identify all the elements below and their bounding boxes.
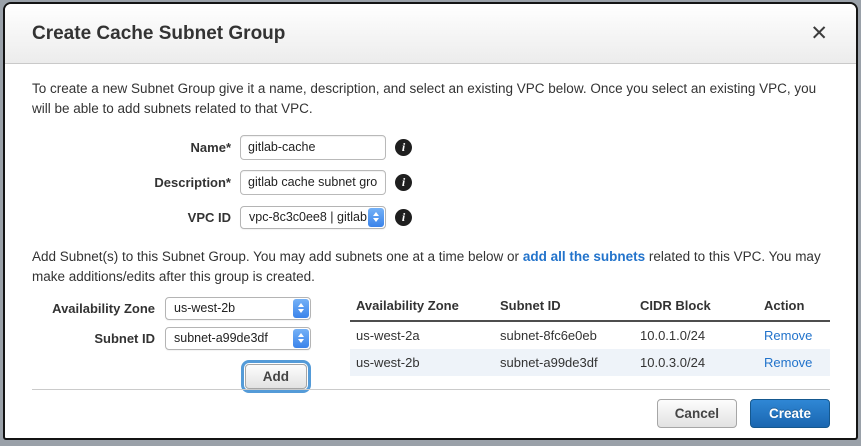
subnet-id-selected-value: subnet-a99de3df (174, 331, 310, 345)
cell-cidr-block: 10.0.3.0/24 (634, 349, 758, 376)
name-row: Name* i (32, 134, 830, 160)
add-all-subnets-link[interactable]: add all the subnets (523, 249, 645, 264)
select-stepper-icon (368, 208, 384, 227)
name-input[interactable] (240, 135, 386, 160)
header-action: Action (758, 296, 830, 321)
footer-divider (32, 389, 830, 390)
remove-link[interactable]: Remove (764, 355, 812, 370)
table-row: us-west-2a subnet-8fc6e0eb 10.0.1.0/24 R… (350, 321, 830, 349)
subnet-id-row: Subnet ID subnet-a99de3df (32, 326, 350, 350)
subnet-picker-form: Availability Zone us-west-2b Subnet ID s… (32, 296, 350, 389)
vpc-row: VPC ID vpc-8c3c0ee8 | gitlab i (32, 204, 830, 230)
vpc-id-label: VPC ID (32, 210, 240, 225)
name-label: Name* (32, 140, 240, 155)
vpc-id-select[interactable]: vpc-8c3c0ee8 | gitlab (240, 206, 386, 229)
cell-availability-zone: us-west-2b (350, 349, 494, 376)
subnet-picker-section: Availability Zone us-west-2b Subnet ID s… (32, 296, 830, 389)
cell-subnet-id: subnet-a99de3df (494, 349, 634, 376)
header-cidr-block: CIDR Block (634, 296, 758, 321)
subnet-instructions: Add Subnet(s) to this Subnet Group. You … (32, 247, 830, 287)
cancel-button[interactable]: Cancel (657, 399, 737, 428)
subnet-id-label: Subnet ID (32, 331, 165, 346)
availability-zone-selected-value: us-west-2b (174, 301, 310, 315)
intro-text: To create a new Subnet Group give it a n… (32, 79, 830, 119)
select-stepper-icon (293, 299, 309, 318)
description-label: Description* (32, 175, 240, 190)
description-row: Description* i (32, 169, 830, 195)
vpc-info-icon[interactable]: i (395, 209, 412, 226)
vpc-id-selected-value: vpc-8c3c0ee8 | gitlab (249, 210, 385, 224)
description-input[interactable] (240, 170, 386, 195)
header-subnet-id: Subnet ID (494, 296, 634, 321)
description-info-icon[interactable]: i (395, 174, 412, 191)
availability-zone-row: Availability Zone us-west-2b (32, 296, 350, 320)
subnet-id-select[interactable]: subnet-a99de3df (165, 327, 311, 350)
close-icon[interactable]: ✕ (806, 21, 832, 46)
page-title: Create Cache Subnet Group (32, 23, 806, 45)
add-button[interactable]: Add (245, 364, 307, 389)
dialog-header: Create Cache Subnet Group ✕ (5, 4, 856, 64)
select-stepper-icon (293, 329, 309, 348)
instructions-before-link: Add Subnet(s) to this Subnet Group. You … (32, 249, 523, 264)
create-button[interactable]: Create (750, 399, 830, 428)
header-availability-zone: Availability Zone (350, 296, 494, 321)
availability-zone-label: Availability Zone (32, 301, 165, 316)
subnet-table: Availability Zone Subnet ID CIDR Block A… (350, 296, 830, 389)
cell-availability-zone: us-west-2a (350, 321, 494, 349)
name-info-icon[interactable]: i (395, 139, 412, 156)
cell-cidr-block: 10.0.1.0/24 (634, 321, 758, 349)
remove-link[interactable]: Remove (764, 328, 812, 343)
main-form: Name* i Description* i VPC ID vpc-8c3c0e… (32, 134, 830, 230)
availability-zone-select[interactable]: us-west-2b (165, 297, 311, 320)
cell-subnet-id: subnet-8fc6e0eb (494, 321, 634, 349)
dialog-body: To create a new Subnet Group give it a n… (5, 64, 856, 389)
create-cache-subnet-group-dialog: Create Cache Subnet Group ✕ To create a … (3, 2, 858, 440)
dialog-footer: Cancel Create (5, 389, 856, 440)
table-header-row: Availability Zone Subnet ID CIDR Block A… (350, 296, 830, 321)
add-button-row: Add (32, 360, 350, 389)
table-row: us-west-2b subnet-a99de3df 10.0.3.0/24 R… (350, 349, 830, 376)
